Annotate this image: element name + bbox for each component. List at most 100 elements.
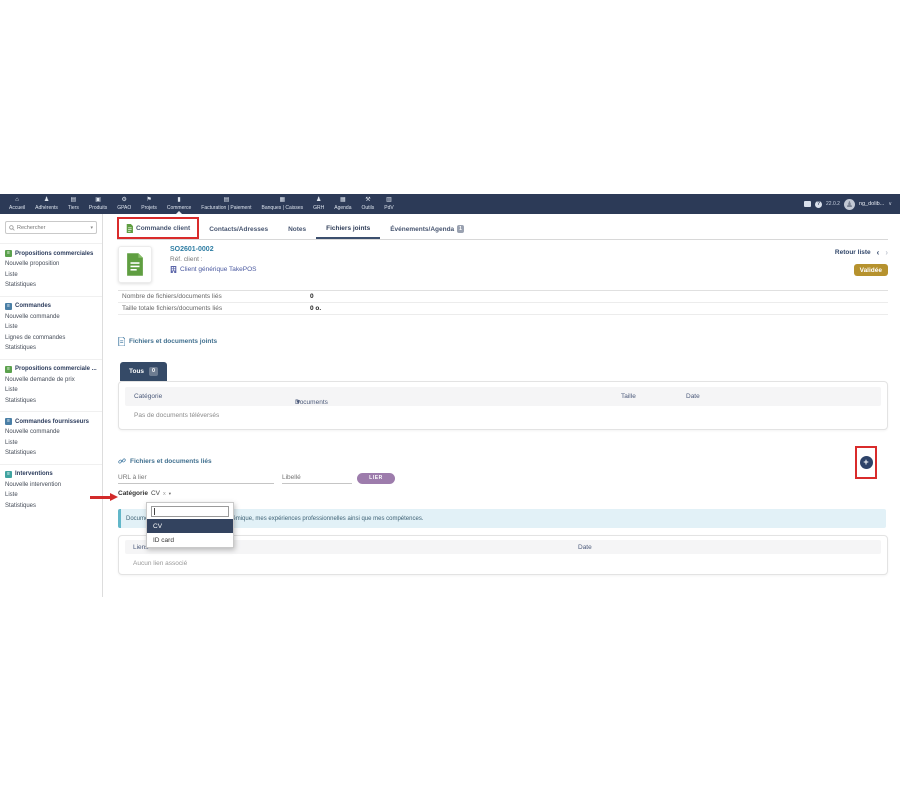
left-menu: ▾ ≡ Propositions commerciales Nouvelle p… [0,214,103,597]
sidebar-item-commandes-fournisseurs[interactable]: ≡ Commandes fournisseurs [0,416,102,427]
search-input[interactable] [17,225,87,231]
sidebar-item-lignes-de-commandes[interactable]: Lignes de commandes [0,333,102,344]
search-caret-icon[interactable]: ▾ [90,225,93,231]
sidebar-item-propositions-commerciales[interactable]: ≡ Propositions commerciales [0,248,102,259]
category-caret-icon[interactable]: ▾ [169,491,171,497]
column-header-categorie[interactable]: Catégorie [134,393,162,400]
topmenu-banques[interactable]: ▦ Banques | Caisses [257,194,309,214]
menu-section-commandes: ≡ Commandes Nouvelle commande Liste Lign… [0,296,102,359]
linked-documents-title: Fichiers et documents liés [118,457,212,465]
topmenu-tiers[interactable]: ▤ Tiers [63,194,84,214]
topmenu-gpao[interactable]: ⚙ GPAO [112,194,136,214]
tab-evenements-agenda[interactable]: Événements/Agenda 1 [380,219,474,239]
next-record-icon[interactable]: › [885,248,888,257]
tab-tous[interactable]: Tous 0 [120,362,167,381]
topmenu-label: Adhérents [35,205,58,211]
row-label: Nombre de fichiers/documents liés [118,293,310,300]
tab-fichiers-joints[interactable]: Fichiers joints [316,219,380,239]
tab-commande-client[interactable]: Commande client [117,217,199,239]
text-cursor [154,508,155,515]
sidebar-item-nouvelle-intervention[interactable]: Nouvelle intervention [0,480,102,491]
section-title-label: Fichiers et documents liés [130,458,212,465]
sidebar-item-liste[interactable]: Liste [0,490,102,501]
previous-record-icon[interactable]: ‹ [877,248,880,257]
order-document-icon [126,224,133,233]
row-value: 0 [310,293,314,300]
agenda-count-badge: 1 [457,225,464,233]
order-banner: SO2601-0002 Réf. client : Client génériq… [118,246,888,288]
client-link[interactable]: Client générique TakePOS [180,266,256,273]
topmenu-commerce[interactable]: ▮ Commerce [162,194,196,214]
tab-notes[interactable]: Notes [278,219,316,239]
user-avatar[interactable]: ♟ [844,199,855,210]
sidebar-item-statistiques[interactable]: Statistiques [0,501,102,512]
user-menu-caret-icon[interactable]: ∨ [888,201,892,207]
topmenu-agenda[interactable]: ▦ Agenda [329,194,356,214]
sidebar-item-nouvelle-commande[interactable]: Nouvelle commande [0,312,102,323]
sidebar-item-propositions-commerciale-fournisseurs[interactable]: ≡ Propositions commerciale ... [0,364,102,375]
links-table-header: Liens Date [125,540,881,554]
topmenu-label: PdV [384,205,393,211]
url-to-link-input[interactable] [118,472,274,484]
topmenu-label: Projets [141,205,157,211]
help-icon[interactable]: ? [815,201,822,208]
status-badge: Validée [854,264,888,276]
attached-documents-title: Fichiers et documents joints [118,337,217,346]
column-header-taille[interactable]: Taille [621,393,636,400]
sidebar-item-commandes[interactable]: ≡ Commandes [0,301,102,312]
topmenu-pdv[interactable]: ▥ PdV [379,194,398,214]
documents-table: Catégorie ▼ Documents Taille Date Pas de… [118,381,888,430]
category-dropdown: CV ID card [146,502,234,548]
tab-label: Notes [288,226,306,233]
label-input[interactable] [282,472,352,484]
category-selected-value[interactable]: CV [151,490,160,497]
topmenu-adherents[interactable]: ♟ Adhérents [30,194,63,214]
section-title-label: Fichiers et documents joints [129,338,217,345]
tab-label: Tous [129,368,144,375]
order-ref-link[interactable]: SO2601-0002 [170,246,256,253]
sidebar-item-statistiques[interactable]: Statistiques [0,343,102,354]
tab-label: Contacts/Adresses [209,226,268,233]
topmenu-produits[interactable]: ▣ Produits [84,194,112,214]
topmenu-accueil[interactable]: ⌂ Accueil [4,194,30,214]
menu-title-label: Propositions commerciale ... [15,366,97,372]
dropdown-option-id-card[interactable]: ID card [147,533,233,547]
sidebar-item-nouvelle-proposition[interactable]: Nouvelle proposition [0,259,102,270]
link-button[interactable]: LIER [357,473,395,484]
topmenu-grh[interactable]: ♟ GRH [308,194,329,214]
category-clear-icon[interactable]: x [163,491,166,497]
tab-contacts-adresses[interactable]: Contacts/Adresses [199,219,278,239]
print-icon[interactable] [804,201,811,207]
sidebar-item-nouvelle-commande[interactable]: Nouvelle commande [0,427,102,438]
annotation-box-add-button: + [855,446,877,479]
dropdown-option-cv[interactable]: CV [147,519,233,533]
sidebar-item-liste[interactable]: Liste [0,322,102,333]
sidebar-search[interactable]: ▾ [5,221,97,234]
sidebar-item-statistiques[interactable]: Statistiques [0,448,102,459]
column-header-date[interactable]: Date [578,544,592,551]
products-icon: ▣ [95,197,101,204]
menu-section-commandes-fournisseurs: ≡ Commandes fournisseurs Nouvelle comman… [0,411,102,464]
menu-title-label: Interventions [15,471,53,477]
sidebar-item-liste[interactable]: Liste [0,438,102,449]
sidebar-item-nouvelle-demande-de-prix[interactable]: Nouvelle demande de prix [0,375,102,386]
table-row: Nombre de fichiers/documents liés 0 [118,291,888,303]
sidebar-item-liste[interactable]: Liste [0,385,102,396]
dropdown-search-input[interactable] [151,506,229,517]
topmenu-projets[interactable]: ⚑ Projets [136,194,162,214]
column-header-date[interactable]: Date [686,393,700,400]
order-icon: ≡ [5,303,12,310]
username-label[interactable]: ng_dolib... [859,201,884,207]
tab-label: Commande client [136,225,190,232]
topmenu-outils[interactable]: ⚒ Outils [357,194,380,214]
commerce-icon: ▮ [177,197,180,204]
sidebar-item-statistiques[interactable]: Statistiques [0,396,102,407]
topmenu-facturation[interactable]: ▤ Facturation | Paiement [196,194,256,214]
sidebar-item-liste[interactable]: Liste [0,270,102,281]
sidebar-item-interventions[interactable]: ≡ Interventions [0,469,102,480]
add-file-button[interactable]: + [860,456,873,469]
table-row: Taille totale fichiers/documents liés 0 … [118,303,888,315]
back-to-list-link[interactable]: Retour liste [835,249,871,256]
sidebar-item-statistiques[interactable]: Statistiques [0,280,102,291]
pos-icon: ▥ [386,197,392,204]
